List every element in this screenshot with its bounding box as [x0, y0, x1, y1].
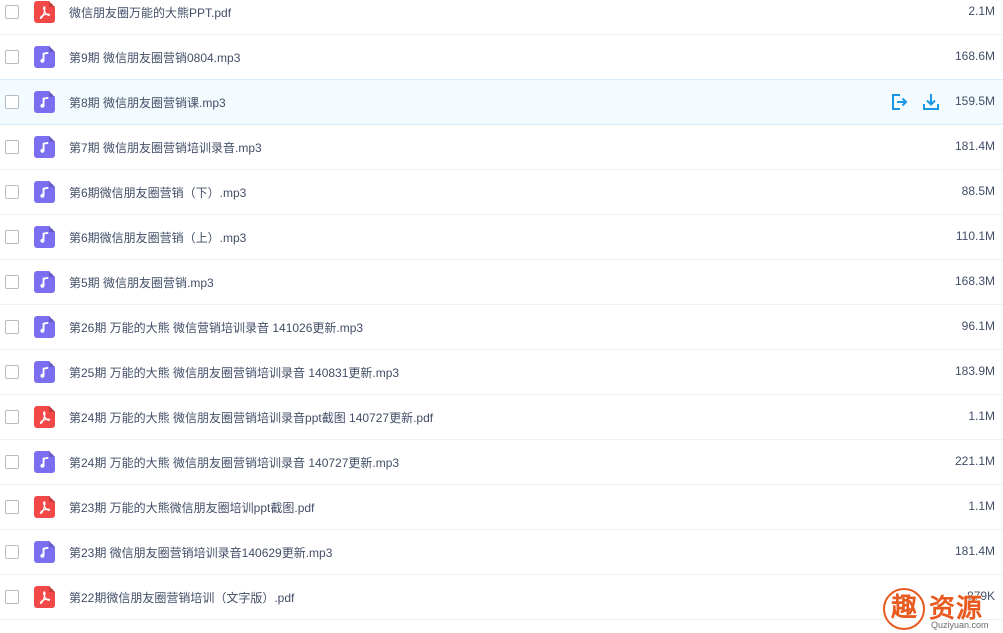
- pdf-file-icon: [34, 406, 55, 428]
- row-checkbox[interactable]: [5, 50, 19, 64]
- share-icon[interactable]: [889, 92, 909, 112]
- file-row[interactable]: 第9期 微信朋友圈营销0804.mp3 168.6M: [0, 35, 1003, 80]
- acrobat-glyph: [39, 411, 51, 424]
- watermark-logo: 趣: [883, 588, 925, 630]
- music-note-glyph: [40, 96, 49, 108]
- file-list: 微信朋友圈万能的大熊PPT.pdf 2.1M 第9期 微信朋友圈营销0804.mp3…: [0, 0, 1003, 620]
- music-note-glyph: [40, 366, 49, 378]
- file-size: 1.1M: [968, 499, 995, 513]
- file-name-link[interactable]: 第5期 微信朋友圈营销.mp3: [69, 274, 214, 291]
- music-note-glyph: [40, 141, 49, 153]
- music-note-glyph: [40, 186, 49, 198]
- file-row[interactable]: 第22期微信朋友圈营销培训（文字版）.pdf 879K: [0, 575, 1003, 620]
- music-note-glyph: [40, 51, 49, 63]
- pdf-file-icon: [34, 496, 55, 518]
- music-note-glyph: [40, 321, 49, 333]
- file-row[interactable]: 第26期 万能的大熊 微信营销培训录音 141026更新.mp3 96.1M: [0, 305, 1003, 350]
- file-name-link[interactable]: 微信朋友圈万能的大熊PPT.pdf: [69, 4, 231, 21]
- file-size: 110.1M: [955, 229, 995, 243]
- file-size: 181.4M: [954, 139, 995, 153]
- file-row[interactable]: 第6期微信朋友圈营销（下）.mp3 88.5M: [0, 170, 1003, 215]
- file-row[interactable]: 第6期微信朋友圈营销（上）.mp3 110.1M: [0, 215, 1003, 260]
- file-row[interactable]: 第24期 万能的大熊 微信朋友圈营销培训录音 140727更新.mp3 221.1…: [0, 440, 1003, 485]
- file-size: 96.1M: [961, 319, 995, 333]
- row-checkbox[interactable]: [5, 320, 19, 334]
- site-watermark: 趣 资源 Quziyuan.com: [883, 584, 1003, 633]
- file-name-link[interactable]: 第24期 万能的大熊 微信朋友圈营销培训录音 140727更新.mp3: [69, 454, 399, 471]
- music-note-glyph: [40, 546, 49, 558]
- file-name-link[interactable]: 第9期 微信朋友圈营销0804.mp3: [69, 49, 240, 66]
- file-name-link[interactable]: 第22期微信朋友圈营销培训（文字版）.pdf: [69, 589, 294, 606]
- file-size: 168.3M: [954, 274, 995, 288]
- file-row[interactable]: 微信朋友圈万能的大熊PPT.pdf 2.1M: [0, 0, 1003, 35]
- file-name-link[interactable]: 第6期微信朋友圈营销（下）.mp3: [69, 184, 246, 201]
- file-size: 88.5M: [961, 184, 995, 198]
- row-checkbox[interactable]: [5, 500, 19, 514]
- row-checkbox[interactable]: [5, 455, 19, 469]
- file-name-link[interactable]: 第25期 万能的大熊 微信朋友圈营销培训录音 140831更新.mp3: [69, 364, 399, 381]
- music-note-glyph: [40, 276, 49, 288]
- acrobat-glyph: [39, 591, 51, 604]
- pdf-file-icon: [34, 586, 55, 608]
- file-size: 221.1M: [954, 454, 995, 468]
- row-checkbox[interactable]: [5, 230, 19, 244]
- music-note-glyph: [40, 456, 49, 468]
- mp3-file-icon: [34, 316, 55, 338]
- mp3-file-icon: [34, 541, 55, 563]
- file-size: 159.5M: [954, 94, 995, 108]
- mp3-file-icon: [34, 361, 55, 383]
- row-checkbox[interactable]: [5, 365, 19, 379]
- file-name-link[interactable]: 第24期 万能的大熊 微信朋友圈营销培训录音ppt截图 140727更新.pdf: [69, 409, 433, 426]
- file-row[interactable]: 第23期 微信朋友圈营销培训录音140629更新.mp3 181.4M: [0, 530, 1003, 575]
- mp3-file-icon: [34, 136, 55, 158]
- row-checkbox[interactable]: [5, 275, 19, 289]
- acrobat-glyph: [39, 6, 51, 19]
- file-row[interactable]: 第25期 万能的大熊 微信朋友圈营销培训录音 140831更新.mp3 183.9…: [0, 350, 1003, 395]
- row-checkbox[interactable]: [5, 590, 19, 604]
- mp3-file-icon: [34, 46, 55, 68]
- file-name-link[interactable]: 第23期 万能的大熊微信朋友圈培训ppt截图.pdf: [69, 499, 314, 516]
- file-size: 181.4M: [954, 544, 995, 558]
- file-name-link[interactable]: 第26期 万能的大熊 微信营销培训录音 141026更新.mp3: [69, 319, 363, 336]
- row-checkbox[interactable]: [5, 5, 19, 19]
- mp3-file-icon: [34, 181, 55, 203]
- file-row[interactable]: 第5期 微信朋友圈营销.mp3 168.3M: [0, 260, 1003, 305]
- row-checkbox[interactable]: [5, 545, 19, 559]
- file-size: 2.1M: [968, 4, 995, 18]
- file-size: 168.6M: [954, 49, 995, 63]
- file-row[interactable]: 第24期 万能的大熊 微信朋友圈营销培训录音ppt截图 140727更新.pdf…: [0, 395, 1003, 440]
- mp3-file-icon: [34, 271, 55, 293]
- row-checkbox[interactable]: [5, 140, 19, 154]
- file-row[interactable]: 第8期 微信朋友圈营销课.mp3 159.5M: [0, 79, 1003, 125]
- file-name-link[interactable]: 第8期 微信朋友圈营销课.mp3: [69, 94, 226, 111]
- file-size: 183.9M: [954, 364, 995, 378]
- music-note-glyph: [40, 231, 49, 243]
- file-size: 1.1M: [968, 409, 995, 423]
- file-row[interactable]: 第23期 万能的大熊微信朋友圈培训ppt截图.pdf 1.1M: [0, 485, 1003, 530]
- watermark-url: Quziyuan.com: [931, 620, 989, 630]
- row-checkbox[interactable]: [5, 95, 19, 109]
- mp3-file-icon: [34, 91, 55, 113]
- mp3-file-icon: [34, 226, 55, 248]
- mp3-file-icon: [34, 451, 55, 473]
- pdf-file-icon: [34, 1, 55, 23]
- row-checkbox[interactable]: [5, 410, 19, 424]
- acrobat-glyph: [39, 501, 51, 514]
- file-name-link[interactable]: 第7期 微信朋友圈营销培训录音.mp3: [69, 139, 262, 156]
- file-name-link[interactable]: 第23期 微信朋友圈营销培训录音140629更新.mp3: [69, 544, 332, 561]
- file-row[interactable]: 第7期 微信朋友圈营销培训录音.mp3 181.4M: [0, 125, 1003, 170]
- file-name-link[interactable]: 第6期微信朋友圈营销（上）.mp3: [69, 229, 246, 246]
- row-checkbox[interactable]: [5, 185, 19, 199]
